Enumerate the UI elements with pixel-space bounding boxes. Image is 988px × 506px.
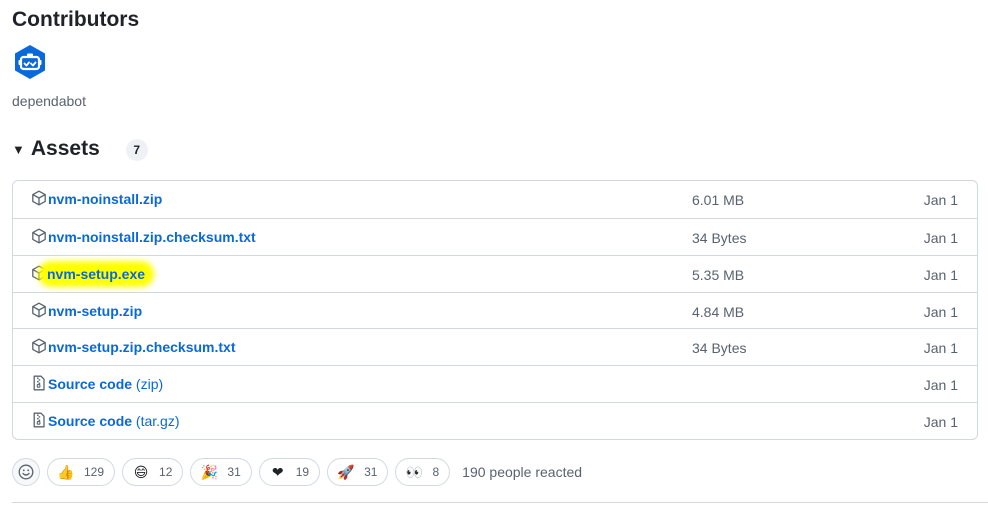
asset-row: nvm-noinstall.zip 6.01 MB Jan 1 bbox=[13, 181, 977, 218]
contributor-name[interactable]: dependabot bbox=[12, 93, 86, 109]
asset-row: nvm-setup.zip.checksum.txt 34 Bytes Jan 1 bbox=[13, 328, 977, 365]
file-zip-icon bbox=[31, 412, 47, 428]
assets-count-badge: 7 bbox=[125, 139, 148, 161]
reaction-button[interactable]: 🚀 31 bbox=[327, 458, 389, 486]
asset-row: Source code (tar.gz) Jan 1 bbox=[13, 402, 977, 439]
asset-link[interactable]: nvm-noinstall.zip.checksum.txt bbox=[48, 229, 256, 245]
reaction-button[interactable]: 😄 12 bbox=[122, 458, 184, 486]
heart-icon: ❤ bbox=[271, 464, 284, 480]
asset-name: nvm-setup.exe bbox=[47, 265, 146, 282]
assets-heading: Assets bbox=[30, 136, 100, 160]
package-icon bbox=[31, 338, 47, 354]
reaction-count: 8 bbox=[432, 465, 440, 479]
thumbs-up-icon: 👍 bbox=[57, 464, 75, 480]
asset-date: Jan 1 bbox=[923, 229, 958, 246]
reaction-count: 31 bbox=[227, 465, 241, 479]
laugh-icon: 😄 bbox=[133, 464, 149, 480]
asset-link[interactable]: nvm-setup.zip.checksum.txt bbox=[48, 339, 236, 355]
hooray-icon: 🎉 bbox=[200, 464, 219, 480]
reaction-count: 31 bbox=[364, 465, 378, 479]
package-icon bbox=[31, 302, 47, 318]
asset-suffix: (tar.gz) bbox=[132, 413, 180, 430]
reactions-summary[interactable]: 190 people reacted bbox=[462, 464, 582, 480]
asset-name: nvm-setup.zip bbox=[48, 302, 143, 319]
asset-date: Jan 1 bbox=[923, 340, 958, 357]
eyes-icon: 👀 bbox=[405, 464, 424, 480]
asset-name: nvm-setup.zip.checksum.txt bbox=[48, 339, 236, 356]
asset-row: nvm-setup.exe 5.35 MB Jan 1 bbox=[13, 254, 977, 292]
add-reaction-button[interactable] bbox=[12, 458, 40, 486]
dependabot-avatar[interactable] bbox=[12, 44, 48, 80]
triangle-down-icon: ▼ bbox=[12, 142, 25, 157]
package-icon bbox=[31, 190, 47, 206]
rocket-icon: 🚀 bbox=[337, 464, 355, 480]
asset-name: nvm-noinstall.zip bbox=[48, 191, 163, 207]
reactions-bar: 👍 129 😄 12 🎉 31 ❤ 19 🚀 31 👀 8 190 people reacted bbox=[12, 458, 582, 486]
asset-row: nvm-setup.zip 4.84 MB Jan 1 bbox=[13, 291, 977, 329]
asset-date: Jan 1 bbox=[923, 303, 958, 320]
asset-suffix: (zip) bbox=[132, 376, 164, 393]
asset-date: Jan 1 bbox=[923, 377, 958, 394]
asset-name: Source code bbox=[48, 413, 133, 430]
asset-link[interactable]: Source code (zip) bbox=[48, 376, 163, 392]
asset-size: 34 Bytes bbox=[692, 340, 747, 357]
asset-date: Jan 1 bbox=[923, 414, 958, 431]
asset-link[interactable]: Source code (tar.gz) bbox=[48, 413, 180, 429]
asset-row: Source code (zip) Jan 1 bbox=[13, 365, 977, 402]
assets-list: nvm-noinstall.zip 6.01 MB Jan 1 nvm-noinsta… bbox=[12, 180, 978, 440]
assets-toggle[interactable]: ▼ Assets 7 bbox=[12, 136, 148, 161]
asset-row: nvm-noinstall.zip.checksum.txt 34 Bytes Ja… bbox=[13, 217, 977, 255]
smiley-icon bbox=[18, 464, 34, 480]
divider bbox=[12, 502, 988, 503]
reaction-button[interactable]: ❤ 19 bbox=[258, 458, 321, 486]
dependabot-icon bbox=[15, 45, 45, 79]
asset-date: Jan 1 bbox=[923, 266, 958, 283]
package-icon bbox=[31, 228, 47, 244]
asset-link[interactable]: nvm-noinstall.zip bbox=[48, 191, 162, 207]
asset-name: Source code bbox=[48, 376, 133, 393]
asset-size: 4.84 MB bbox=[692, 303, 745, 320]
asset-name: nvm-noinstall.zip.checksum.txt bbox=[48, 228, 256, 245]
contributors-heading: Contributors bbox=[12, 8, 140, 31]
reaction-button[interactable]: 🎉 31 bbox=[190, 458, 252, 486]
reaction-button[interactable]: 👍 129 bbox=[47, 458, 116, 486]
asset-link[interactable]: nvm-setup.exe bbox=[43, 265, 150, 282]
asset-size: 6.01 MB bbox=[692, 192, 745, 208]
asset-date: Jan 1 bbox=[923, 192, 958, 208]
reaction-button[interactable]: 👀 8 bbox=[395, 458, 451, 486]
reaction-count: 12 bbox=[159, 465, 173, 479]
file-zip-icon bbox=[31, 375, 47, 391]
reaction-count: 19 bbox=[295, 465, 310, 479]
reaction-count: 129 bbox=[84, 465, 105, 479]
asset-size: 5.35 MB bbox=[692, 266, 745, 283]
asset-link[interactable]: nvm-setup.zip bbox=[48, 303, 142, 319]
asset-size: 34 Bytes bbox=[692, 229, 747, 246]
